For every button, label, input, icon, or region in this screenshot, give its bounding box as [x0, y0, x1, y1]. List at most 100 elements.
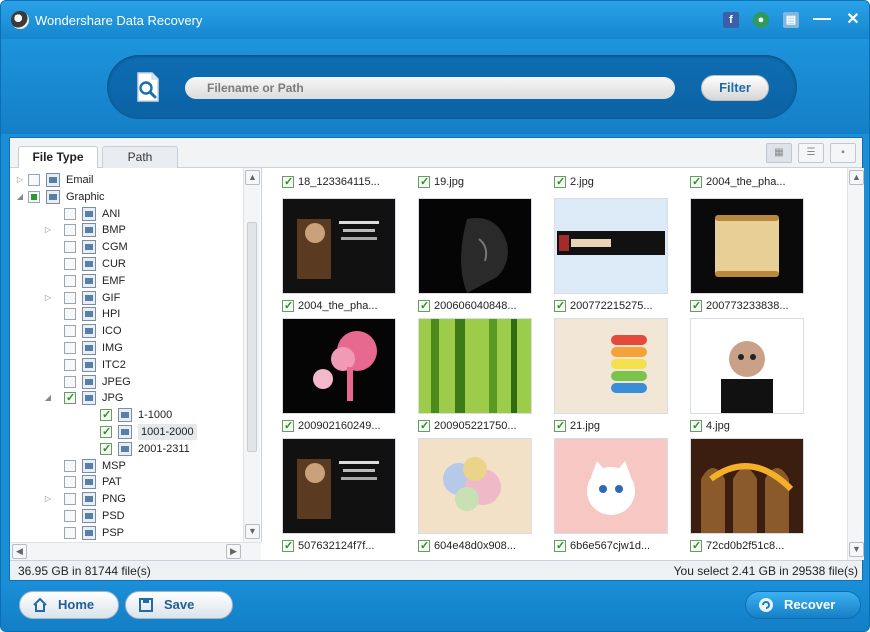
scroll-left-icon[interactable]: ◀ — [12, 544, 27, 559]
tree-checkbox[interactable] — [100, 407, 112, 423]
feedback-icon[interactable]: ▤ — [783, 12, 799, 28]
thumbnail-image[interactable] — [282, 198, 396, 294]
tree-item[interactable]: ▷ GIF — [10, 290, 242, 306]
list-view-icon[interactable]: ☰ — [798, 143, 824, 163]
tree-item[interactable]: EMF — [10, 273, 242, 289]
tree-expander-icon[interactable]: ▷ — [44, 290, 52, 306]
tree-checkbox[interactable] — [64, 375, 76, 388]
tree-expander-icon[interactable]: ▷ — [16, 172, 24, 188]
tree-checkbox[interactable] — [64, 459, 76, 472]
tree-item[interactable]: ICO — [10, 323, 242, 339]
tree-expander-icon[interactable]: ◢ — [16, 189, 24, 205]
tree-checkbox[interactable] — [64, 526, 76, 539]
thumbnail-checkbox[interactable] — [282, 298, 294, 314]
thumbnail-checkbox[interactable] — [554, 298, 566, 314]
thumbnail-image[interactable] — [418, 438, 532, 534]
tree-checkbox[interactable] — [64, 291, 76, 304]
tab-path[interactable]: Path — [102, 146, 178, 168]
tree-expander-icon[interactable] — [44, 206, 52, 222]
grid-vertical-scrollbar[interactable]: ▲ ▼ — [847, 168, 864, 560]
tree-checkbox[interactable] — [28, 190, 40, 203]
scrollbar-thumb[interactable] — [247, 222, 257, 452]
facebook-icon[interactable]: f — [723, 12, 739, 28]
tree-expander-icon[interactable] — [44, 323, 52, 339]
tree-expander-icon[interactable] — [44, 374, 52, 390]
scroll-up-icon[interactable]: ▲ — [849, 170, 864, 185]
tree-item[interactable]: PSD — [10, 508, 242, 524]
tree-item[interactable]: 2001-2311 — [10, 441, 242, 457]
tree-item[interactable]: CUR — [10, 256, 242, 272]
tree-expander-icon[interactable] — [44, 357, 52, 373]
tree-expander-icon[interactable] — [44, 508, 52, 524]
thumbnail-checkbox[interactable] — [554, 174, 566, 190]
thumbnail-image[interactable] — [282, 438, 396, 534]
tree-checkbox[interactable] — [64, 358, 76, 371]
thumbnail-image[interactable] — [690, 438, 804, 534]
tree-expander-icon[interactable]: ▷ — [44, 222, 52, 238]
thumbnail-checkbox[interactable] — [690, 298, 702, 314]
tree-checkbox[interactable] — [64, 342, 76, 354]
tree-expander-icon[interactable] — [44, 340, 52, 356]
tree-expander-icon[interactable] — [44, 306, 52, 322]
tree-checkbox[interactable] — [64, 325, 76, 338]
tree-item[interactable]: HPI — [10, 306, 242, 322]
thumbnail-checkbox[interactable] — [282, 538, 294, 554]
tree-checkbox[interactable] — [64, 308, 76, 321]
tree-checkbox[interactable] — [64, 476, 76, 489]
tree-expander-icon[interactable] — [44, 256, 52, 272]
recover-button[interactable]: Recover — [745, 591, 861, 619]
thumbnail-image[interactable] — [554, 438, 668, 534]
tree-item[interactable]: ANI — [10, 206, 242, 222]
tree-expander-icon[interactable] — [44, 458, 52, 474]
tree-item[interactable]: ▷ PNG — [10, 491, 242, 507]
thumbnail-image[interactable] — [690, 318, 804, 414]
thumbnail-checkbox[interactable] — [690, 174, 702, 190]
scroll-down-icon[interactable]: ▼ — [849, 542, 864, 557]
thumbnail-view-icon[interactable]: ▦ — [766, 143, 792, 163]
tree-expander-icon[interactable] — [44, 273, 52, 289]
search-input[interactable] — [185, 77, 675, 99]
thumbnail-checkbox[interactable] — [554, 538, 566, 554]
tree-item[interactable]: ◢ JPG — [10, 390, 242, 406]
tree-item[interactable]: ◢ Graphic — [10, 189, 242, 205]
home-button[interactable]: Home — [19, 591, 119, 619]
thumbnail-image[interactable] — [282, 318, 396, 414]
tree-item[interactable]: PAT — [10, 474, 242, 490]
tree-checkbox[interactable] — [28, 174, 40, 186]
scroll-up-icon[interactable]: ▲ — [245, 170, 260, 185]
tree-expander-icon[interactable] — [44, 239, 52, 255]
close-icon[interactable]: ✕ — [845, 12, 861, 28]
tree-checkbox[interactable] — [64, 241, 76, 254]
tree-horizontal-scrollbar[interactable]: ◀ ▶ — [10, 542, 261, 560]
tree-item[interactable]: IMG — [10, 340, 242, 356]
tree-checkbox[interactable] — [64, 390, 76, 406]
tree-item[interactable]: 1001-2000 — [10, 424, 242, 440]
thumbnail-checkbox[interactable] — [690, 538, 702, 554]
thumbnail-checkbox[interactable] — [282, 418, 294, 434]
tree-vertical-scrollbar[interactable]: ▲ ▼ — [243, 168, 260, 542]
tree-item[interactable]: JPEG — [10, 374, 242, 390]
tree-checkbox[interactable] — [64, 493, 76, 506]
tree-item[interactable]: 1-1000 — [10, 407, 242, 423]
tree-checkbox[interactable] — [64, 258, 76, 270]
tree-checkbox[interactable] — [64, 207, 76, 220]
gift-icon[interactable]: ● — [753, 12, 769, 28]
detail-view-icon[interactable]: ▪ — [830, 143, 856, 163]
tree-expander-icon[interactable]: ▷ — [44, 491, 52, 507]
tree-item[interactable]: PSP — [10, 525, 242, 541]
tree-checkbox[interactable] — [100, 424, 112, 440]
tree-expander-icon[interactable] — [44, 474, 52, 490]
tree-expander-icon[interactable] — [80, 407, 88, 423]
tree-item[interactable]: MSP — [10, 458, 242, 474]
thumbnail-checkbox[interactable] — [554, 418, 566, 434]
tree-expander-icon[interactable] — [80, 441, 88, 457]
scroll-right-icon[interactable]: ▶ — [226, 544, 241, 559]
tree-item[interactable]: CGM — [10, 239, 242, 255]
thumbnail-checkbox[interactable] — [418, 174, 430, 190]
tab-file-type[interactable]: File Type — [18, 146, 98, 169]
save-button[interactable]: Save — [125, 591, 233, 619]
thumbnail-image[interactable] — [690, 198, 804, 294]
thumbnail-image[interactable] — [554, 318, 668, 414]
thumbnail-image[interactable] — [554, 198, 668, 294]
filter-button[interactable]: Filter — [701, 75, 769, 101]
